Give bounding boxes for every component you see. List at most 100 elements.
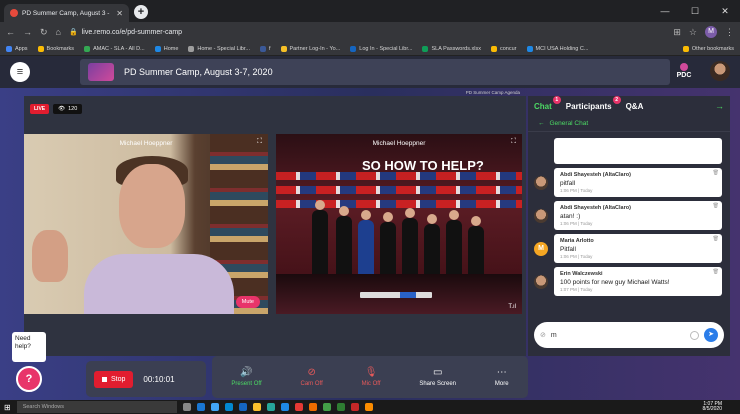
remo-app: ≡ PD Summer Camp, August 3-7, 2020 PDC L… [0, 56, 740, 400]
mute-button[interactable]: Mute [235, 296, 260, 308]
bookmark-item[interactable]: Partner Log-In - Yo... [280, 45, 340, 52]
app-icon[interactable] [210, 403, 219, 411]
present-icon: 🔊 [240, 367, 253, 378]
bookmark-item[interactable]: concur [491, 45, 517, 52]
bookmark-icon [491, 45, 497, 52]
app-icon[interactable] [266, 403, 275, 411]
windows-taskbar: ⊞ Search Windows 1:07 PM 8/5/2020 [0, 400, 740, 414]
app-icon[interactable] [238, 403, 247, 411]
mic-off-icon: 🎙 [364, 367, 378, 378]
forward-icon[interactable]: → [23, 27, 32, 37]
user-avatar[interactable] [710, 61, 730, 81]
viewer-count: 👁 120 [53, 104, 83, 114]
bookmark-item[interactable]: Bookmarks [37, 45, 74, 52]
message-bubble: Abdi Shayesteh (AltaClaro) atan! :) 1:06… [554, 201, 722, 230]
browser-tab-bar: PD Summer Camp, August 3 - ✕ + — ☐ ✕ [0, 0, 740, 22]
bookmark-item[interactable]: AMAC - SLA - All D... [84, 45, 145, 52]
windows-start-icon[interactable]: ⊞ [4, 403, 11, 412]
other-bookmarks[interactable]: Other bookmarks [682, 45, 734, 52]
app-icon[interactable] [308, 403, 317, 411]
app-icon[interactable] [196, 403, 205, 411]
message-bubble [554, 138, 722, 164]
app-icon[interactable] [364, 403, 373, 411]
new-tab-button[interactable]: + [134, 5, 148, 19]
url-field[interactable]: 🔒 live.remo.co/e/pd-summer-camp [68, 28, 665, 37]
bookmark-item[interactable]: f [259, 45, 271, 52]
back-icon[interactable]: ← [6, 27, 15, 37]
profile-avatar[interactable]: M [705, 26, 717, 38]
app-icon[interactable] [224, 403, 233, 411]
minimize-icon[interactable]: — [650, 2, 680, 20]
app-icon[interactable] [252, 403, 261, 411]
browser-menu-icon[interactable]: ⋮ [725, 27, 734, 38]
bookmark-item[interactable]: Home - Special Libr... [188, 45, 250, 52]
task-view-icon[interactable] [182, 403, 191, 411]
bookmark-item[interactable]: Log In - Special Libr... [350, 45, 412, 52]
chat-message: Abdi Shayesteh (AltaClaro) pitfall 1:06 … [534, 168, 722, 197]
taskbar-apps [182, 403, 373, 411]
delete-icon[interactable]: 🗑 [713, 236, 719, 242]
attach-icon[interactable]: ⊘ [540, 331, 546, 339]
tab-chat[interactable]: Chat 1 [534, 95, 561, 111]
share-screen-icon: ▭ [432, 367, 443, 378]
need-help-tooltip: Need help? [12, 332, 46, 362]
stop-icon [102, 376, 107, 382]
bookmark-item[interactable]: Apps [6, 45, 28, 52]
address-bar: ← → ↻ ⌂ 🔒 live.remo.co/e/pd-summer-camp … [0, 22, 740, 42]
more-button[interactable]: ⋯ More [495, 367, 509, 387]
lock-icon: 🔒 [68, 29, 78, 36]
avatar [534, 274, 548, 289]
event-card[interactable]: PD Summer Camp, August 3-7, 2020 [80, 59, 670, 85]
send-button[interactable]: ➤ [704, 328, 718, 342]
emoji-icon[interactable] [690, 330, 699, 340]
chat-room-header[interactable]: ← General Chat [528, 116, 730, 132]
bookmark-item[interactable]: MCI USA Holding C... [526, 45, 588, 52]
bookmark-item[interactable]: SLA Passwords.xlsx [422, 45, 481, 52]
delete-icon[interactable]: 🗑 [713, 170, 719, 176]
video-tile-speaker[interactable]: Michael Hoeppner ⛶ Mute [24, 134, 268, 314]
stop-button[interactable]: Stop [94, 370, 134, 388]
chat-message-partial [534, 138, 722, 164]
close-tab-icon[interactable]: ✕ [116, 9, 123, 18]
windows-search-input[interactable]: Search Windows [16, 401, 177, 413]
delete-icon[interactable]: 🗑 [713, 203, 719, 209]
expand-icon[interactable]: ⛶ [257, 138, 262, 146]
bookmark-icon [188, 45, 195, 52]
help-button[interactable]: ? [16, 366, 42, 392]
tile-name: Michael Hoeppner [372, 140, 426, 147]
app-icon[interactable] [280, 403, 289, 411]
video-tile-screenshare[interactable]: Michael Hoeppner SO HOW TO HELP? ⛶ T.ıl [276, 134, 522, 314]
maximize-icon[interactable]: ☐ [680, 2, 710, 20]
agenda-label[interactable]: PD Summer Camp Agenda [466, 90, 520, 95]
camera-button[interactable]: ⊘ Cam Off [301, 367, 323, 387]
slide-control-bar[interactable] [360, 292, 432, 298]
bookmark-item[interactable]: Home [154, 45, 178, 52]
tab-qa[interactable]: Q&A [626, 102, 644, 111]
mic-button[interactable]: 🎙 Mic Off [362, 367, 381, 387]
menu-button[interactable]: ≡ [10, 62, 30, 82]
reload-icon[interactable]: ↻ [40, 27, 48, 38]
app-icon[interactable] [350, 403, 359, 411]
back-arrow-icon[interactable]: ← [538, 120, 545, 127]
tab-participants[interactable]: Participants 2 [566, 95, 621, 111]
collapse-chat-icon[interactable]: → [715, 101, 724, 111]
app-icon[interactable] [336, 403, 345, 411]
chat-input-value[interactable]: m [551, 332, 685, 339]
chat-input[interactable]: ⊘ m ➤ [534, 322, 724, 348]
share-screen-button[interactable]: ▭ Share Screen [419, 367, 456, 387]
live-status: LIVE 👁 120 [30, 104, 83, 114]
present-button[interactable]: 🔊 Present Off [231, 367, 261, 387]
app-icon[interactable] [322, 403, 331, 411]
home-icon[interactable]: ⌂ [56, 27, 61, 37]
close-window-icon[interactable]: ✕ [710, 2, 740, 20]
signal-icon: T.ıl [508, 304, 516, 310]
star-icon[interactable]: ☆ [689, 27, 697, 38]
system-clock[interactable]: 1:07 PM 8/5/2020 [703, 401, 736, 413]
delete-icon[interactable]: 🗑 [713, 269, 719, 275]
app-icon[interactable] [294, 403, 303, 411]
chat-message: Erin Walczewski 100 points for new guy M… [534, 267, 722, 296]
browser-tab[interactable]: PD Summer Camp, August 3 - ✕ [4, 4, 129, 22]
stop-control: Stop 00:10:01 [86, 361, 206, 397]
expand-icon[interactable]: ⛶ [511, 138, 516, 146]
extension-icon[interactable]: ⊞ [673, 27, 681, 38]
